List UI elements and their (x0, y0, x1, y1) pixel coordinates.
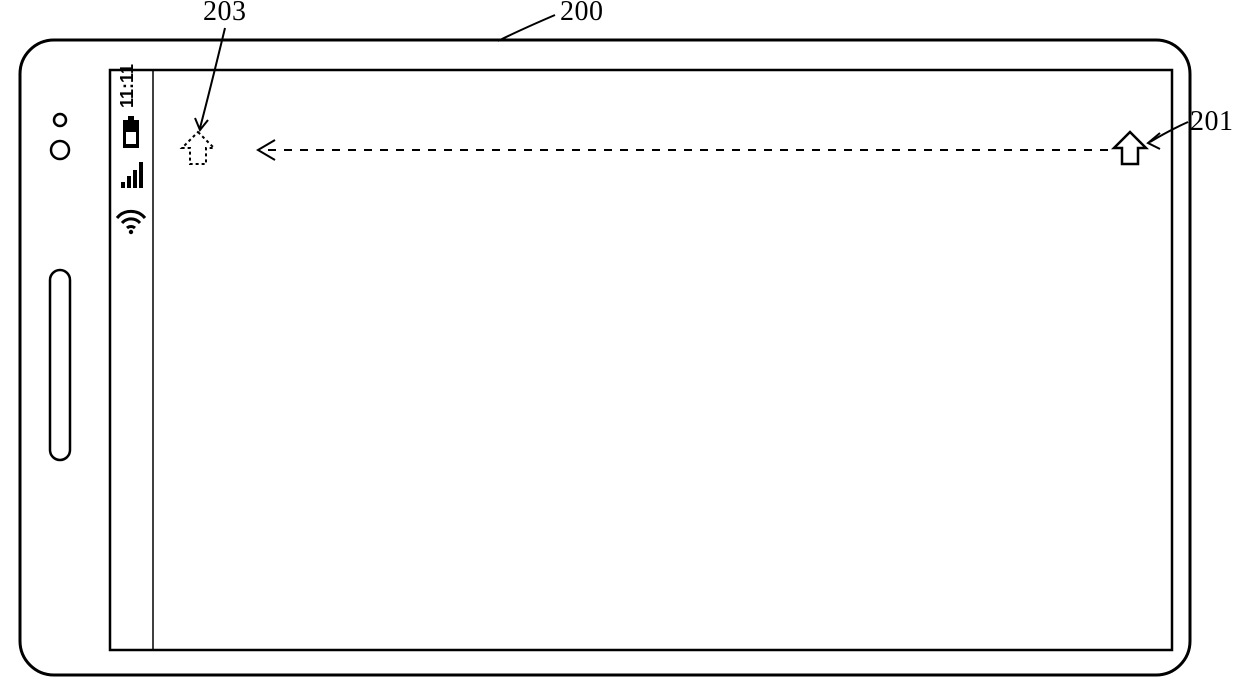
figure-svg: 11:11 (0, 0, 1240, 693)
wifi-icon (117, 211, 145, 234)
camera-icon (51, 141, 69, 159)
leader-device (498, 15, 555, 41)
statusbar-time: 11:11 (117, 64, 137, 108)
signal-icon (121, 162, 143, 188)
patent-figure: 200 203 201 11:11 (0, 0, 1240, 693)
speaker-slot-icon (50, 270, 70, 460)
sensor-icon (54, 114, 66, 126)
leader-home-target (200, 28, 225, 128)
leader-home-source (1150, 122, 1188, 142)
status-bar: 11:11 (117, 64, 153, 650)
home-icon-source[interactable] (1114, 132, 1146, 164)
drag-path (258, 140, 1108, 160)
home-icon-target (182, 132, 214, 164)
device-outline (20, 40, 1190, 675)
leader-home-source-arrow (1148, 133, 1160, 149)
battery-icon (123, 116, 139, 148)
